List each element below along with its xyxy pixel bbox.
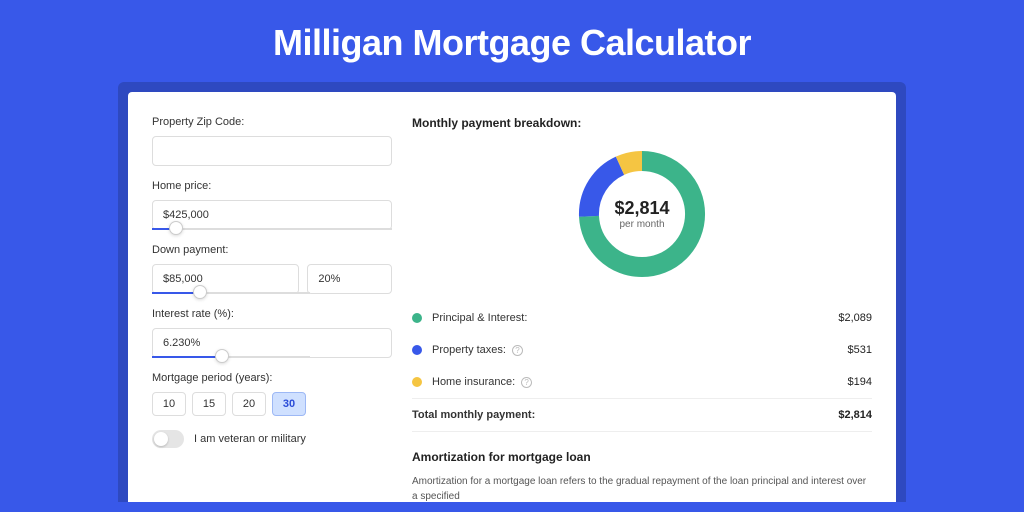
period-btn-20[interactable]: 20: [232, 392, 266, 416]
down-payment-label: Down payment:: [152, 244, 392, 256]
down-payment-field: Down payment:: [152, 244, 392, 294]
interest-field: Interest rate (%):: [152, 308, 392, 358]
down-payment-input[interactable]: [152, 264, 299, 294]
down-payment-slider[interactable]: [152, 292, 310, 294]
legend-value: $194: [848, 376, 872, 388]
period-field: Mortgage period (years): 10 15 20 30: [152, 372, 392, 416]
legend-value: $2,089: [838, 312, 872, 324]
legend-label: Principal & Interest:: [432, 312, 838, 324]
period-btn-15[interactable]: 15: [192, 392, 226, 416]
info-icon[interactable]: ?: [512, 345, 523, 356]
donut-chart: $2,814 per month: [572, 144, 712, 284]
veteran-row: I am veteran or military: [152, 430, 392, 448]
zip-label: Property Zip Code:: [152, 116, 392, 128]
amortization-text: Amortization for a mortgage loan refers …: [412, 474, 872, 502]
legend-label: Home insurance:?: [432, 376, 848, 388]
legend-value: $531: [848, 344, 872, 356]
zip-input[interactable]: [152, 136, 392, 166]
legend-row-principal: Principal & Interest: $2,089: [412, 302, 872, 334]
dot-icon: [412, 377, 422, 387]
period-btn-30[interactable]: 30: [272, 392, 306, 416]
dot-icon: [412, 345, 422, 355]
slider-thumb[interactable]: [193, 285, 207, 299]
inputs-panel: Property Zip Code: Home price: Down paym…: [152, 116, 392, 502]
total-value: $2,814: [838, 409, 872, 421]
legend-row-taxes: Property taxes:? $531: [412, 334, 872, 366]
period-label: Mortgage period (years):: [152, 372, 392, 384]
period-btn-10[interactable]: 10: [152, 392, 186, 416]
home-price-input[interactable]: [152, 200, 392, 230]
breakdown-title: Monthly payment breakdown:: [412, 116, 872, 130]
veteran-label: I am veteran or military: [194, 433, 306, 445]
veteran-toggle[interactable]: [152, 430, 184, 448]
home-price-label: Home price:: [152, 180, 392, 192]
info-icon[interactable]: ?: [521, 377, 532, 388]
results-panel: Monthly payment breakdown: $2,814 per mo…: [412, 116, 872, 502]
amortization-title: Amortization for mortgage loan: [412, 450, 872, 464]
legend: Principal & Interest: $2,089 Property ta…: [412, 302, 872, 432]
interest-label: Interest rate (%):: [152, 308, 392, 320]
legend-label: Property taxes:?: [432, 344, 848, 356]
slider-thumb[interactable]: [169, 221, 183, 235]
donut-center-value: $2,814: [614, 198, 669, 219]
total-label: Total monthly payment:: [412, 409, 838, 421]
calculator-card: Property Zip Code: Home price: Down paym…: [128, 92, 896, 502]
legend-row-insurance: Home insurance:? $194: [412, 366, 872, 398]
card-shadow: Property Zip Code: Home price: Down paym…: [118, 82, 906, 502]
zip-field: Property Zip Code:: [152, 116, 392, 166]
home-price-field: Home price:: [152, 180, 392, 230]
dot-icon: [412, 313, 422, 323]
toggle-knob: [154, 432, 168, 446]
donut-center-sub: per month: [619, 219, 664, 230]
interest-input[interactable]: [152, 328, 392, 358]
amortization-section: Amortization for mortgage loan Amortizat…: [412, 450, 872, 502]
legend-row-total: Total monthly payment: $2,814: [412, 398, 872, 431]
donut-chart-wrap: $2,814 per month: [412, 144, 872, 284]
down-payment-pct-input[interactable]: [307, 264, 392, 294]
page-title: Milligan Mortgage Calculator: [0, 0, 1024, 82]
home-price-slider[interactable]: [152, 228, 392, 230]
period-buttons: 10 15 20 30: [152, 392, 392, 416]
slider-thumb[interactable]: [215, 349, 229, 363]
interest-slider[interactable]: [152, 356, 310, 358]
